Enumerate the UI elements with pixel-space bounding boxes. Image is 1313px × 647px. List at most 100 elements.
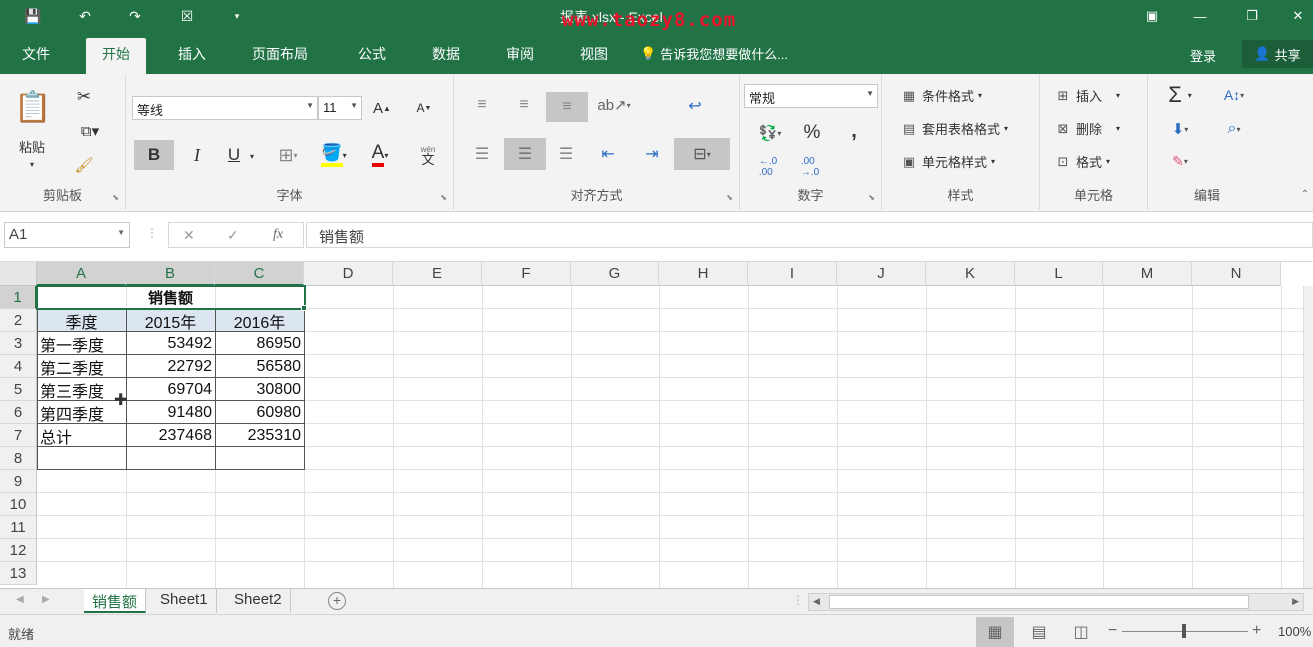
decrease-indent-icon[interactable]: ⇤: [594, 140, 622, 168]
align-right-icon[interactable]: ☰: [552, 140, 580, 168]
shrink-font-button[interactable]: A ▼: [412, 96, 436, 120]
worksheet-grid[interactable]: A B C D E F G H I J K L M N 1 2 3 4 5 6 …: [0, 262, 1313, 588]
column-header[interactable]: N: [1192, 262, 1281, 286]
zoom-out-icon[interactable]: −: [1108, 622, 1117, 640]
row-header[interactable]: 6: [0, 401, 37, 424]
drag-handle-icon[interactable]: ⋮: [792, 593, 804, 607]
borders-icon[interactable]: ⊞ ▾: [270, 140, 306, 170]
percent-button[interactable]: %: [798, 120, 826, 146]
table-cell[interactable]: 60980: [215, 401, 303, 424]
bold-button[interactable]: B: [134, 140, 174, 170]
zoom-level[interactable]: 100%: [1278, 624, 1311, 639]
enter-icon[interactable]: ✓: [227, 227, 239, 244]
insert-cells-button[interactable]: ⊞ 插入 ▾: [1054, 86, 1120, 105]
tab-page-layout[interactable]: 页面布局: [252, 44, 308, 64]
undo-icon[interactable]: ↶: [74, 6, 96, 26]
fill-handle[interactable]: [301, 305, 307, 311]
drag-handle-icon[interactable]: ⋮: [146, 226, 158, 240]
number-launcher-icon[interactable]: ⬊: [868, 193, 875, 202]
tab-data[interactable]: 数据: [432, 44, 460, 64]
close-icon[interactable]: ✕: [1288, 6, 1308, 26]
column-header[interactable]: B: [126, 262, 215, 286]
table-cell[interactable]: 86950: [215, 332, 303, 355]
autosum-icon[interactable]: Σ ▾: [1158, 82, 1202, 108]
row-header[interactable]: 10: [0, 493, 37, 516]
align-top-icon[interactable]: ≡: [468, 92, 496, 118]
column-header[interactable]: E: [393, 262, 482, 286]
column-header[interactable]: K: [926, 262, 1015, 286]
column-header[interactable]: I: [748, 262, 837, 286]
tab-view[interactable]: 视图: [580, 44, 608, 64]
normal-view-icon[interactable]: ▦: [976, 617, 1014, 647]
conditional-format-button[interactable]: ▦ 条件格式 ▾: [900, 86, 982, 105]
scroll-left-icon[interactable]: ◀: [16, 594, 24, 605]
paste-label[interactable]: 粘贴: [12, 136, 52, 156]
column-header[interactable]: M: [1103, 262, 1192, 286]
row-header[interactable]: 5: [0, 378, 37, 401]
table-cell[interactable]: 235310: [215, 424, 303, 447]
minimize-icon[interactable]: —: [1190, 6, 1210, 26]
table-cell[interactable]: 237468: [126, 424, 214, 447]
row-header[interactable]: 12: [0, 539, 37, 562]
paste-icon[interactable]: 📋: [10, 84, 56, 130]
insert-function-icon[interactable]: fx: [273, 227, 283, 243]
paste-dropdown-icon[interactable]: ▾: [22, 158, 42, 170]
find-select-icon[interactable]: ⌕ ▾: [1214, 116, 1254, 142]
orientation-icon[interactable]: ab↗ ▾: [596, 92, 632, 118]
ribbon-display-icon[interactable]: ▣: [1142, 6, 1162, 26]
accounting-format-icon[interactable]: 💱 ▾: [750, 120, 790, 146]
delete-cells-button[interactable]: ⊠ 删除 ▾: [1054, 119, 1120, 138]
decrease-decimal-icon[interactable]: .00 →.0: [796, 154, 824, 180]
table-cell[interactable]: 第三季度: [38, 378, 126, 401]
vertical-scrollbar[interactable]: [1303, 286, 1313, 588]
format-painter-icon[interactable]: 🖌: [70, 152, 98, 178]
alignment-launcher-icon[interactable]: ⬊: [726, 193, 733, 202]
save-icon[interactable]: 💾: [22, 6, 44, 26]
increase-decimal-icon[interactable]: ←.0.00: [754, 154, 782, 180]
column-header[interactable]: C: [215, 262, 304, 286]
align-left-icon[interactable]: ☰: [468, 140, 496, 168]
cell-styles-button[interactable]: ▣ 单元格样式 ▾: [900, 152, 995, 171]
grow-font-button[interactable]: A ▲: [370, 96, 394, 120]
comma-button[interactable]: ,: [840, 118, 868, 144]
row-header[interactable]: 1: [0, 286, 37, 309]
row-header[interactable]: 13: [0, 562, 37, 585]
row-header[interactable]: 2: [0, 309, 37, 332]
scroll-right-icon[interactable]: ▶: [1292, 596, 1299, 607]
table-cell[interactable]: 91480: [126, 401, 214, 424]
tab-review[interactable]: 审阅: [506, 44, 534, 64]
share-button[interactable]: 👤 共享: [1242, 40, 1313, 68]
sheet-tab-sheet1[interactable]: Sheet1: [152, 589, 217, 613]
copy-icon[interactable]: ⧉▾: [70, 118, 110, 144]
column-header[interactable]: F: [482, 262, 571, 286]
table-cell[interactable]: 第四季度: [38, 401, 126, 424]
align-bottom-icon[interactable]: ≡: [546, 92, 588, 122]
cut-icon[interactable]: ✂: [70, 84, 98, 110]
tab-file[interactable]: 文件: [22, 44, 50, 64]
column-header[interactable]: G: [571, 262, 659, 286]
number-format-combo[interactable]: 常规 ▼: [744, 84, 878, 108]
table-cell[interactable]: 30800: [215, 378, 303, 401]
row-header[interactable]: 4: [0, 355, 37, 378]
fill-color-icon[interactable]: 🪣 ▾: [314, 140, 354, 170]
name-box[interactable]: A1 ▼: [4, 222, 130, 248]
font-name-combo[interactable]: 等线 ▼: [132, 96, 318, 120]
table-cell[interactable]: 69704: [126, 378, 214, 401]
increase-indent-icon[interactable]: ⇥: [638, 140, 666, 168]
cancel-icon[interactable]: ✕: [183, 227, 195, 244]
tab-formulas[interactable]: 公式: [358, 44, 386, 64]
column-header[interactable]: J: [837, 262, 926, 286]
redo-icon[interactable]: ↷: [124, 6, 146, 26]
table-header-cell[interactable]: 2015年: [126, 309, 215, 332]
table-header-cell[interactable]: 季度: [37, 309, 126, 332]
align-middle-icon[interactable]: ≡: [510, 92, 538, 118]
table-header-cell[interactable]: 2016年: [215, 309, 304, 332]
sort-filter-icon[interactable]: A↕ ▾: [1214, 82, 1254, 108]
scroll-left-icon[interactable]: ◀: [813, 596, 820, 607]
fill-icon[interactable]: ⬇ ▾: [1158, 116, 1202, 142]
login-link[interactable]: 登录: [1190, 46, 1216, 65]
collapse-ribbon-icon[interactable]: ⌃: [1298, 186, 1312, 202]
restore-icon[interactable]: ❐: [1242, 6, 1262, 26]
wrap-text-icon[interactable]: ↩: [678, 92, 712, 120]
row-header[interactable]: 8: [0, 447, 37, 470]
